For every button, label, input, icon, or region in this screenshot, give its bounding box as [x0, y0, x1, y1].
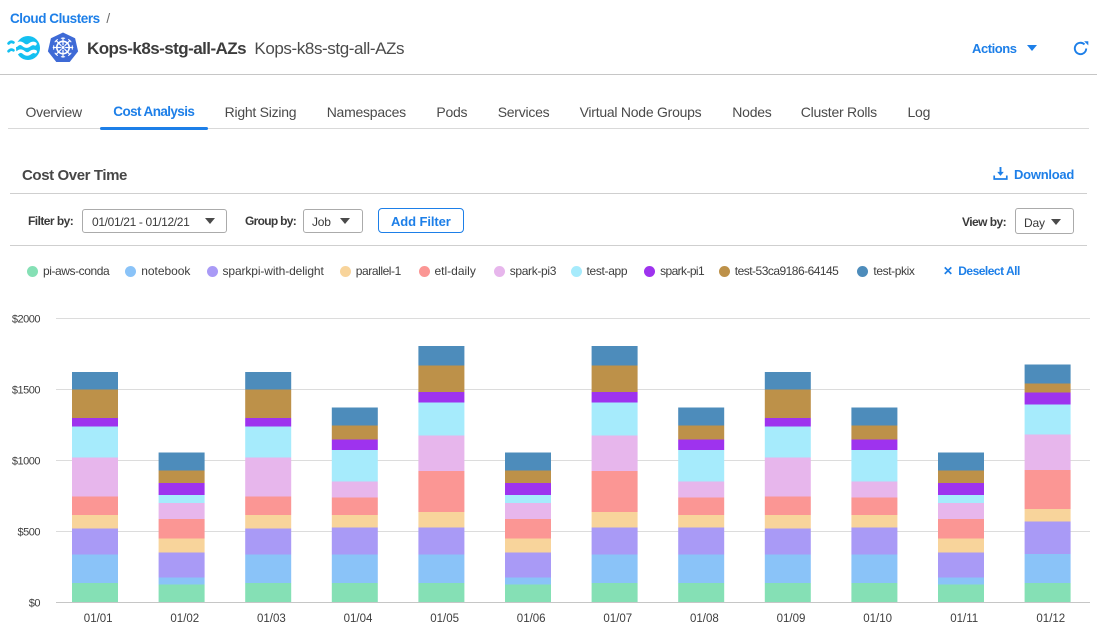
- svg-text:01/12: 01/12: [1036, 613, 1065, 625]
- svg-text:$0: $0: [29, 598, 41, 610]
- svg-text:$2000: $2000: [12, 314, 40, 326]
- svg-text:$500: $500: [18, 527, 41, 539]
- svg-text:01/01: 01/01: [84, 613, 113, 625]
- svg-text:$1500: $1500: [12, 385, 40, 397]
- svg-text:01/04: 01/04: [344, 613, 373, 625]
- svg-text:01/03: 01/03: [257, 613, 286, 625]
- svg-text:01/09: 01/09: [777, 613, 806, 625]
- svg-text:$1000: $1000: [12, 456, 40, 468]
- svg-text:01/06: 01/06: [517, 613, 546, 625]
- svg-text:01/11: 01/11: [950, 613, 978, 625]
- svg-text:01/08: 01/08: [690, 613, 719, 625]
- svg-text:01/02: 01/02: [170, 613, 199, 625]
- svg-text:01/07: 01/07: [603, 613, 632, 625]
- svg-text:01/10: 01/10: [863, 613, 892, 625]
- svg-text:01/05: 01/05: [430, 613, 459, 625]
